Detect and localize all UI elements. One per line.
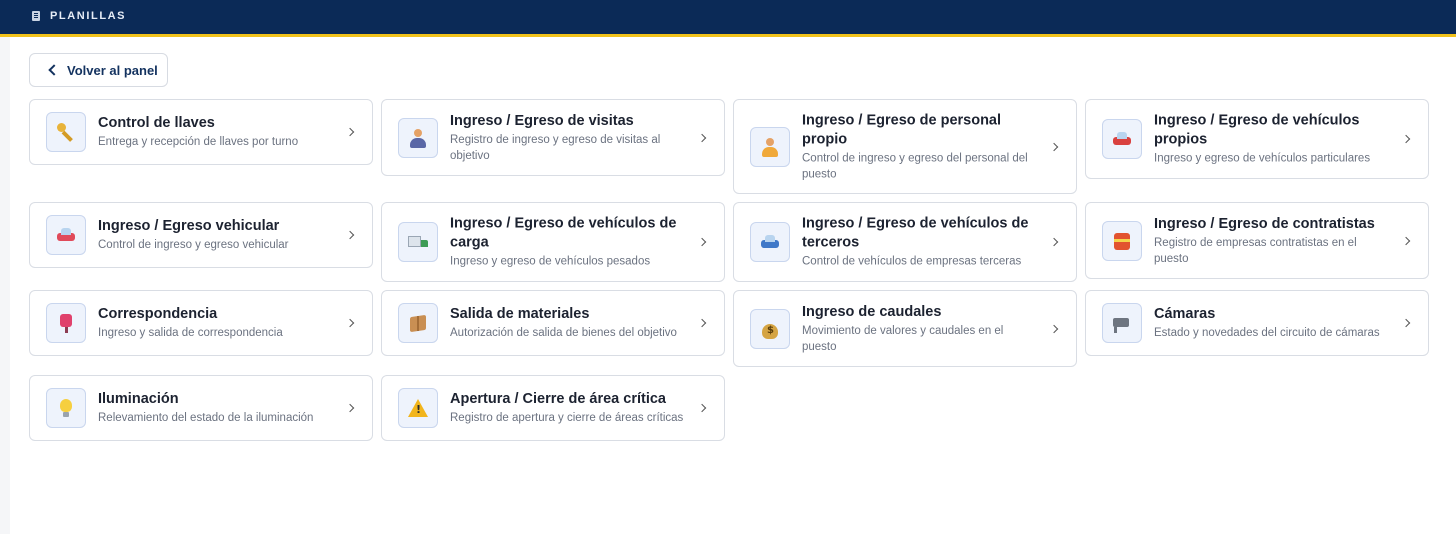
card-description: Estado y novedades del circuito de cámar… — [1154, 327, 1380, 339]
card-description: Ingreso y salida de correspondencia — [98, 327, 283, 339]
card-camaras[interactable]: Cámaras Estado y novedades del circuito d… — [1085, 290, 1429, 356]
visitor-icon — [398, 117, 438, 158]
card-title: Ingreso / Egreso vehicular — [98, 218, 280, 234]
card-description: Control de ingreso y egreso vehicular — [98, 239, 289, 251]
card-ingreso-egreso-vehiculos-carga[interactable]: Ingreso / Egreso de vehículos de carga In… — [381, 202, 725, 282]
card-description: Registro de empresas contratistas en el … — [1154, 236, 1357, 265]
clipboard-icon — [32, 11, 40, 21]
chevron-right-icon — [345, 127, 355, 137]
card-title: Ingreso / Egreso de visitas — [450, 112, 634, 129]
card-salida-de-materiales[interactable]: Salida de materiales Autorización de sali… — [381, 290, 725, 356]
safety-vest-icon — [1102, 220, 1142, 261]
card-description: Ingreso y egreso de vehículos pesados — [450, 255, 651, 268]
card-ingreso-de-caudales[interactable]: Ingreso de caudales Movimiento de valores… — [733, 290, 1077, 367]
chevron-right-icon — [697, 318, 707, 328]
card-description: Control de ingreso y egreso del personal… — [802, 152, 1028, 180]
card-title: Iluminación — [98, 391, 179, 407]
card-title: Ingreso / Egreso de vehículos de carga — [450, 215, 677, 251]
mailbox-icon — [46, 303, 86, 343]
card-title: Control de llaves — [98, 115, 215, 131]
chevron-right-icon — [697, 403, 707, 413]
card-ingreso-egreso-visitas[interactable]: Ingreso / Egreso de visitas Registro de i… — [381, 99, 725, 176]
card-title: Ingreso de caudales — [802, 303, 942, 320]
security-camera-icon — [1102, 303, 1142, 343]
car-front-icon — [46, 215, 86, 255]
blue-car-icon — [750, 222, 790, 262]
chevron-right-icon — [345, 403, 355, 413]
card-ingreso-egreso-vehiculos-propios[interactable]: Ingreso / Egreso de vehículos propios Ing… — [1085, 99, 1429, 179]
chevron-right-icon — [1049, 142, 1059, 151]
card-ingreso-egreso-vehicular[interactable]: Ingreso / Egreso vehicular Control de ing… — [29, 202, 373, 268]
card-ingreso-egreso-personal-propio[interactable]: Ingreso / Egreso de personal propio Contr… — [733, 99, 1077, 194]
card-apertura-cierre-area-critica[interactable]: Apertura / Cierre de área crítica Registr… — [381, 375, 725, 441]
warning-icon — [398, 388, 438, 428]
light-bulb-icon — [46, 388, 86, 428]
card-title: Cámaras — [1154, 306, 1216, 322]
chevron-right-icon — [345, 230, 355, 240]
car-icon — [1102, 119, 1142, 159]
card-description: Ingreso y egreso de vehículos particular… — [1154, 152, 1371, 165]
card-iluminacion[interactable]: Iluminación Relevamiento del estado de la… — [29, 375, 373, 441]
card-correspondencia[interactable]: Correspondencia Ingreso y salida de corre… — [29, 290, 373, 356]
card-title: Apertura / Cierre de área crítica — [450, 391, 666, 407]
card-description: Movimiento de valores y caudales en el p… — [802, 324, 1004, 353]
chevron-right-icon — [345, 318, 355, 328]
package-icon — [398, 303, 438, 343]
card-ingreso-egreso-vehiculos-terceros[interactable]: Ingreso / Egreso de vehículos de tercero… — [733, 202, 1077, 282]
card-ingreso-egreso-contratistas[interactable]: Ingreso / Egreso de contratistas Registro… — [1085, 202, 1429, 279]
card-title: Ingreso / Egreso de personal propio — [802, 112, 1002, 147]
chevron-right-icon — [1401, 236, 1411, 245]
money-bag-icon — [750, 308, 790, 349]
card-title: Salida de materiales — [450, 306, 590, 322]
back-button-label: Volver al panel — [67, 62, 158, 78]
truck-icon — [398, 222, 438, 262]
chevron-right-icon — [1049, 237, 1059, 247]
worker-icon — [750, 126, 790, 167]
card-control-de-llaves[interactable]: Control de llaves Entrega y recepción de … — [29, 99, 373, 165]
chevron-right-icon — [1401, 318, 1411, 328]
back-to-panel-button[interactable]: Volver al panel — [29, 53, 168, 87]
chevron-right-icon — [697, 133, 707, 142]
card-description: Control de vehículos de empresas tercera… — [802, 255, 1022, 268]
card-description: Registro de ingreso y egreso de visitas … — [450, 133, 661, 162]
key-icon — [46, 112, 86, 152]
card-description: Relevamiento del estado de la iluminació… — [98, 412, 314, 424]
chevron-right-icon — [1401, 134, 1411, 144]
page-title: PLANILLAS — [50, 10, 127, 22]
chevron-right-icon — [697, 237, 707, 247]
card-title: Ingreso / Egreso de vehículos de tercero… — [802, 215, 1029, 251]
top-header-bar: PLANILLAS — [0, 0, 1456, 37]
card-title: Ingreso / Egreso de contratistas — [1154, 215, 1375, 232]
chevron-left-icon — [48, 64, 60, 76]
card-title: Correspondencia — [98, 306, 218, 322]
card-title: Ingreso / Egreso de vehículos propios — [1154, 112, 1360, 148]
card-description: Autorización de salida de bienes del obj… — [450, 327, 677, 339]
card-description: Registro de apertura y cierre de áreas c… — [450, 412, 684, 424]
card-description: Entrega y recepción de llaves por turno — [98, 136, 299, 148]
chevron-right-icon — [1049, 324, 1059, 333]
